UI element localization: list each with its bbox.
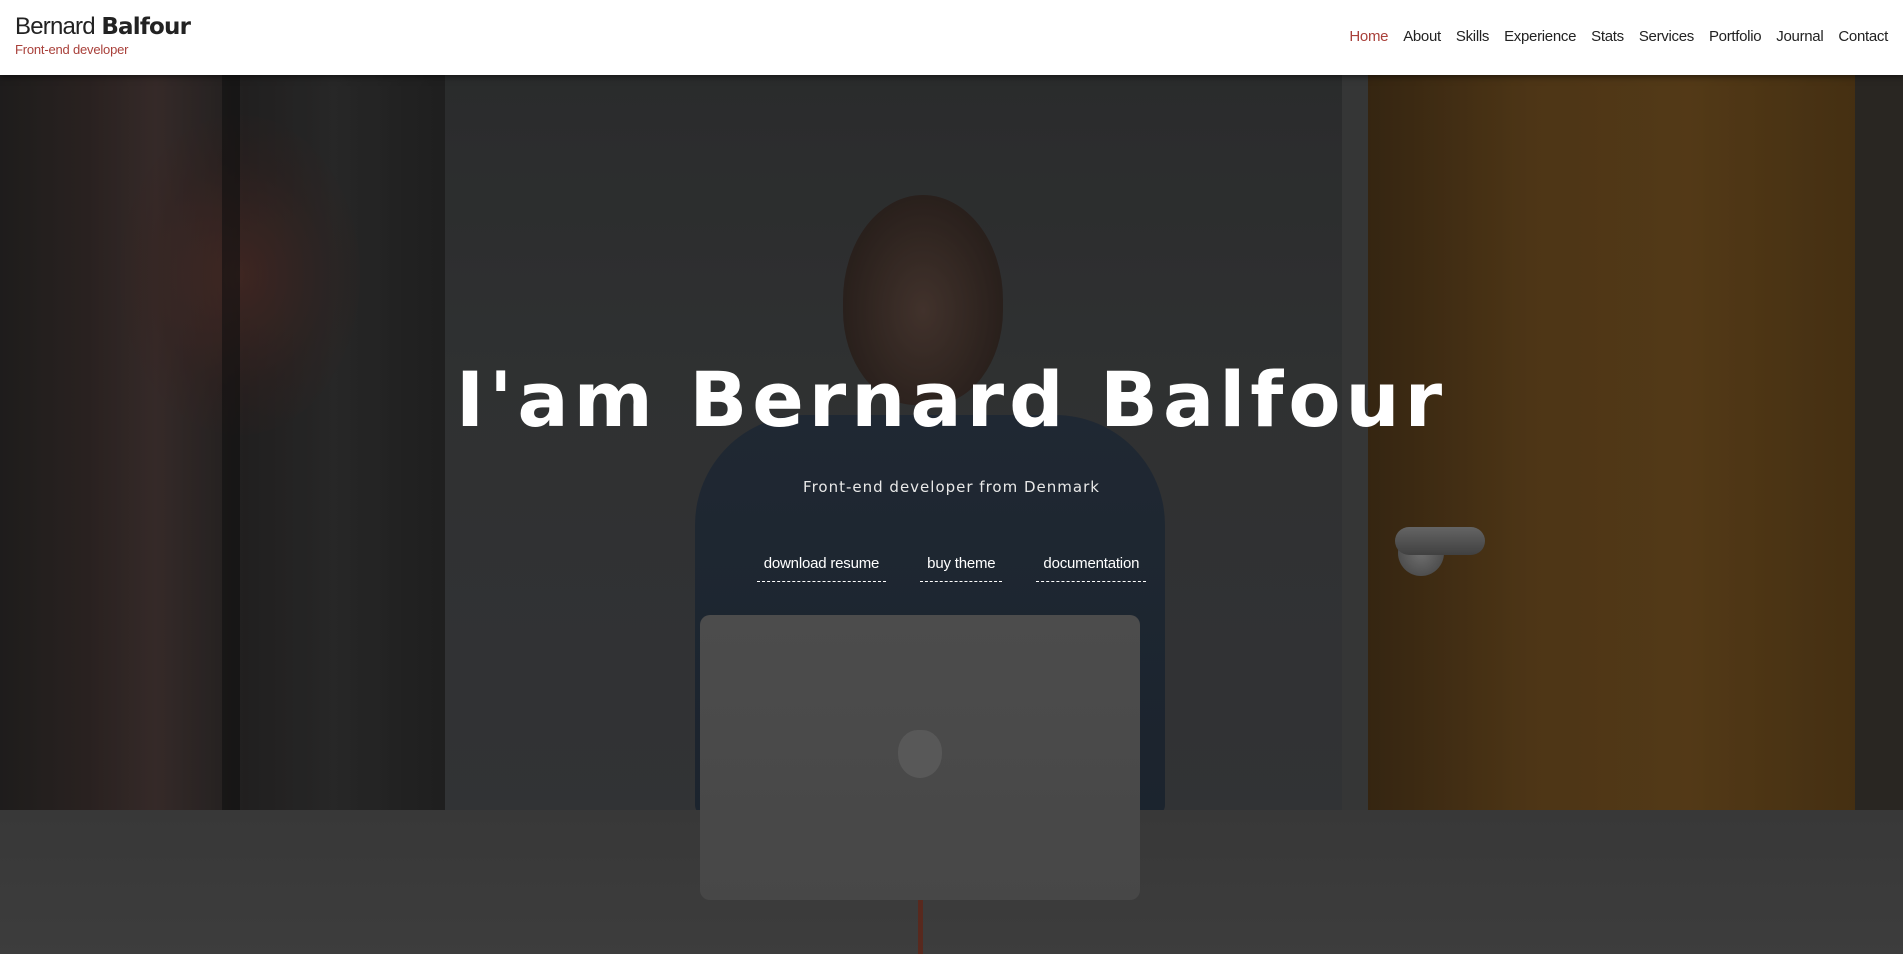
nav-home[interactable]: Home: [1349, 28, 1388, 45]
nav-services[interactable]: Services: [1639, 28, 1694, 45]
nav-stats[interactable]: Stats: [1591, 28, 1624, 45]
buy-theme-button[interactable]: buy theme: [920, 555, 1003, 582]
nav-about[interactable]: About: [1403, 28, 1441, 45]
nav-journal[interactable]: Journal: [1776, 28, 1823, 45]
download-resume-button[interactable]: download resume: [756, 555, 887, 582]
hero-section: I'am Bernard Balfour Front-end developer…: [0, 75, 1903, 954]
site-header: Bernard Balfour Front-end developer Home…: [0, 0, 1903, 75]
nav-portfolio[interactable]: Portfolio: [1709, 28, 1762, 45]
brand-name: Bernard Balfour: [15, 12, 191, 42]
brand[interactable]: Bernard Balfour Front-end developer: [15, 12, 191, 57]
brand-subtitle: Front-end developer: [15, 42, 129, 57]
nav-skills[interactable]: Skills: [1456, 28, 1490, 45]
nav-contact[interactable]: Contact: [1838, 28, 1888, 45]
hero-subtitle: Front-end developer from Denmark: [803, 478, 1100, 496]
hero-title: I'am Bernard Balfour: [455, 355, 1448, 444]
brand-last-name: Balfour: [101, 14, 191, 40]
brand-first-name: Bernard: [15, 13, 96, 40]
nav-experience[interactable]: Experience: [1504, 28, 1576, 45]
hero-buttons: download resume buy theme documentation: [0, 555, 1903, 582]
documentation-button[interactable]: documentation: [1036, 555, 1147, 582]
hero-content: I'am Bernard Balfour Front-end developer…: [0, 75, 1903, 954]
main-nav: Home About Skills Experience Stats Servi…: [1334, 28, 1888, 45]
